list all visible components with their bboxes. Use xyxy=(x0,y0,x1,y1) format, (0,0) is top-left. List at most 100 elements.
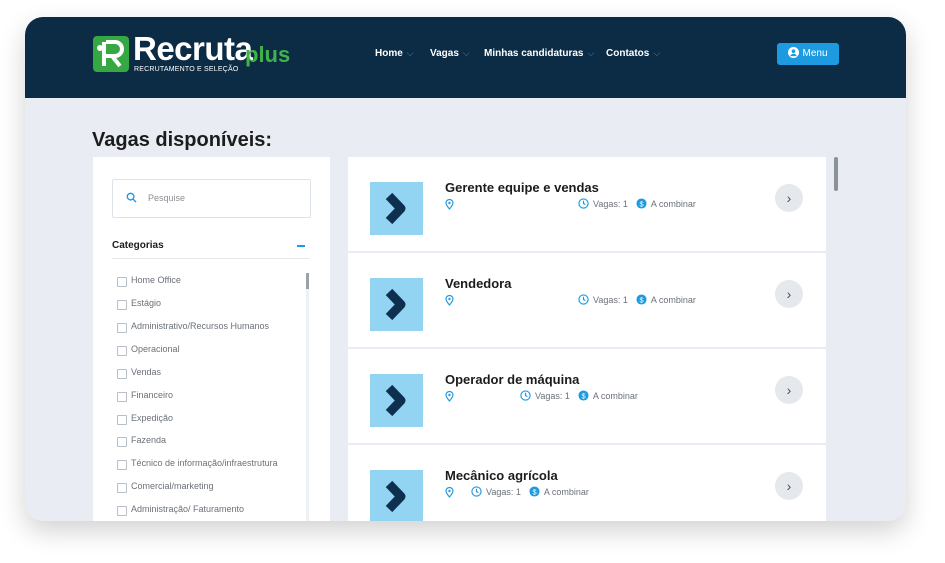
open-job-button[interactable]: › xyxy=(775,280,803,308)
job-meta: Vagas: 1 $ A combinar xyxy=(445,486,765,500)
category-label: Técnico de informação/infraestrutura xyxy=(131,458,278,468)
open-job-button[interactable]: › xyxy=(775,184,803,212)
job-title: Mecânico agrícola xyxy=(445,468,558,483)
job-list-scrollbar[interactable] xyxy=(834,157,838,191)
categories-heading: Categorias xyxy=(112,240,164,251)
job-vacancies: Vagas: 1 xyxy=(486,487,521,497)
money-icon: $ xyxy=(636,198,647,209)
chevron-down-icon: ⌵ xyxy=(653,48,661,58)
checkbox[interactable] xyxy=(117,415,127,425)
job-details: Vagas: 1 $ A combinar xyxy=(578,198,704,209)
checkbox[interactable] xyxy=(117,437,127,447)
nav-vagas-label: Vagas xyxy=(430,48,459,59)
nav-minhas-candidaturas[interactable]: Minhas candidaturas ⌵ xyxy=(484,48,594,59)
checkbox[interactable] xyxy=(117,323,127,333)
open-job-button[interactable]: › xyxy=(775,472,803,500)
category-label: Comercial/marketing xyxy=(131,481,214,491)
nav-vagas[interactable]: Vagas ⌵ xyxy=(430,48,470,59)
job-card[interactable]: Vendedora Vagas: 1 $ A combinar › xyxy=(348,253,826,347)
money-icon: $ xyxy=(529,486,540,497)
chevron-logo-icon xyxy=(385,480,406,513)
logo-icon xyxy=(93,36,129,72)
search-icon xyxy=(126,192,137,203)
job-thumbnail xyxy=(370,278,423,331)
svg-text:$: $ xyxy=(581,391,585,400)
job-thumbnail xyxy=(370,470,423,521)
chevron-logo-icon xyxy=(385,288,406,321)
job-salary: A combinar xyxy=(650,295,696,305)
category-scrollbar-thumb[interactable] xyxy=(306,273,309,289)
category-label: Financeiro xyxy=(131,390,174,400)
page-title: Vagas disponíveis: xyxy=(92,129,273,151)
checkbox[interactable] xyxy=(117,506,127,516)
job-details: Vagas: 1 $ A combinar xyxy=(578,294,704,305)
location-pin-icon xyxy=(445,391,454,402)
job-details: Vagas: 1 $ A combinar xyxy=(520,390,646,401)
checkbox[interactable] xyxy=(117,300,127,310)
menu-button-label: Menu xyxy=(802,48,828,59)
checkbox[interactable] xyxy=(117,392,127,402)
top-navbar: Recruta plus RECRUTAMENTO E SELEÇÃO Home… xyxy=(25,17,906,98)
filter-panel: Pesquise Categorias Home Office Estágio … xyxy=(93,157,330,521)
money-icon: $ xyxy=(578,390,589,401)
clock-icon xyxy=(520,390,531,401)
job-vacancies: Vagas: 1 xyxy=(593,295,628,305)
collapse-icon[interactable] xyxy=(297,245,305,247)
chevron-right-icon: › xyxy=(786,382,792,398)
chevron-down-icon: ⌵ xyxy=(406,48,414,58)
category-label: Estágio xyxy=(131,298,162,308)
brand-suffix: plus xyxy=(245,42,291,67)
menu-button[interactable]: Menu xyxy=(777,43,839,65)
brand-logo[interactable]: Recruta plus RECRUTAMENTO E SELEÇÃO xyxy=(93,30,303,75)
chevron-right-icon: › xyxy=(786,286,792,302)
job-meta: Vagas: 1 $ A combinar xyxy=(445,294,765,308)
job-card[interactable]: Gerente equipe e vendas Vagas: 1 $ A combi… xyxy=(348,157,826,251)
category-label: Vendas xyxy=(131,367,162,377)
svg-text:$: $ xyxy=(639,199,643,208)
category-label: Administrativo/Recursos Humanos xyxy=(131,321,270,331)
open-job-button[interactable]: › xyxy=(775,376,803,404)
location-pin-icon xyxy=(445,199,454,210)
checkbox[interactable] xyxy=(117,277,127,287)
chevron-logo-icon xyxy=(385,192,406,225)
checkbox[interactable] xyxy=(117,369,127,379)
clock-icon xyxy=(578,198,589,209)
search-input[interactable]: Pesquise xyxy=(112,179,311,218)
money-icon: $ xyxy=(636,294,647,305)
job-title: Operador de máquina xyxy=(445,372,580,387)
job-title: Gerente equipe e vendas xyxy=(445,180,599,195)
location-pin-icon xyxy=(445,487,454,498)
chevron-right-icon: › xyxy=(786,190,792,206)
job-title: Vendedora xyxy=(445,276,512,291)
chevron-down-icon: ⌵ xyxy=(587,48,595,58)
clock-icon xyxy=(471,486,482,497)
brand-name: Recruta xyxy=(133,30,253,67)
job-card[interactable]: Mecânico agrícola Vagas: 1 $ A combinar › xyxy=(348,445,826,521)
nav-minhas-candidaturas-label: Minhas candidaturas xyxy=(484,48,584,59)
chevron-logo-icon xyxy=(385,384,406,417)
clock-icon xyxy=(578,294,589,305)
user-icon xyxy=(788,47,800,58)
category-scrollbar-track[interactable] xyxy=(306,273,309,521)
category-label: Fazenda xyxy=(131,435,167,445)
checkbox[interactable] xyxy=(117,460,127,470)
brand-tagline: RECRUTAMENTO E SELEÇÃO xyxy=(134,66,239,73)
job-card[interactable]: Operador de máquina Vagas: 1 $ A combinar … xyxy=(348,349,826,443)
search-placeholder: Pesquise xyxy=(148,193,186,203)
nav-contatos-label: Contatos xyxy=(606,48,650,59)
category-label: Operacional xyxy=(131,344,180,354)
nav-home[interactable]: Home ⌵ xyxy=(375,48,414,59)
chevron-down-icon: ⌵ xyxy=(462,48,470,58)
job-details: Vagas: 1 $ A combinar xyxy=(471,486,597,497)
nav-home-label: Home xyxy=(375,48,403,59)
job-meta: Vagas: 1 $ A combinar xyxy=(445,198,765,212)
job-salary: A combinar xyxy=(650,199,696,209)
job-vacancies: Vagas: 1 xyxy=(535,391,570,401)
checkbox[interactable] xyxy=(117,346,127,356)
app-window: Recruta plus RECRUTAMENTO E SELEÇÃO Home… xyxy=(25,17,906,521)
checkbox[interactable] xyxy=(117,483,127,493)
category-label: Expedição xyxy=(131,413,174,423)
svg-text:$: $ xyxy=(532,487,536,496)
job-salary: A combinar xyxy=(592,391,638,401)
nav-contatos[interactable]: Contatos ⌵ xyxy=(606,48,660,59)
